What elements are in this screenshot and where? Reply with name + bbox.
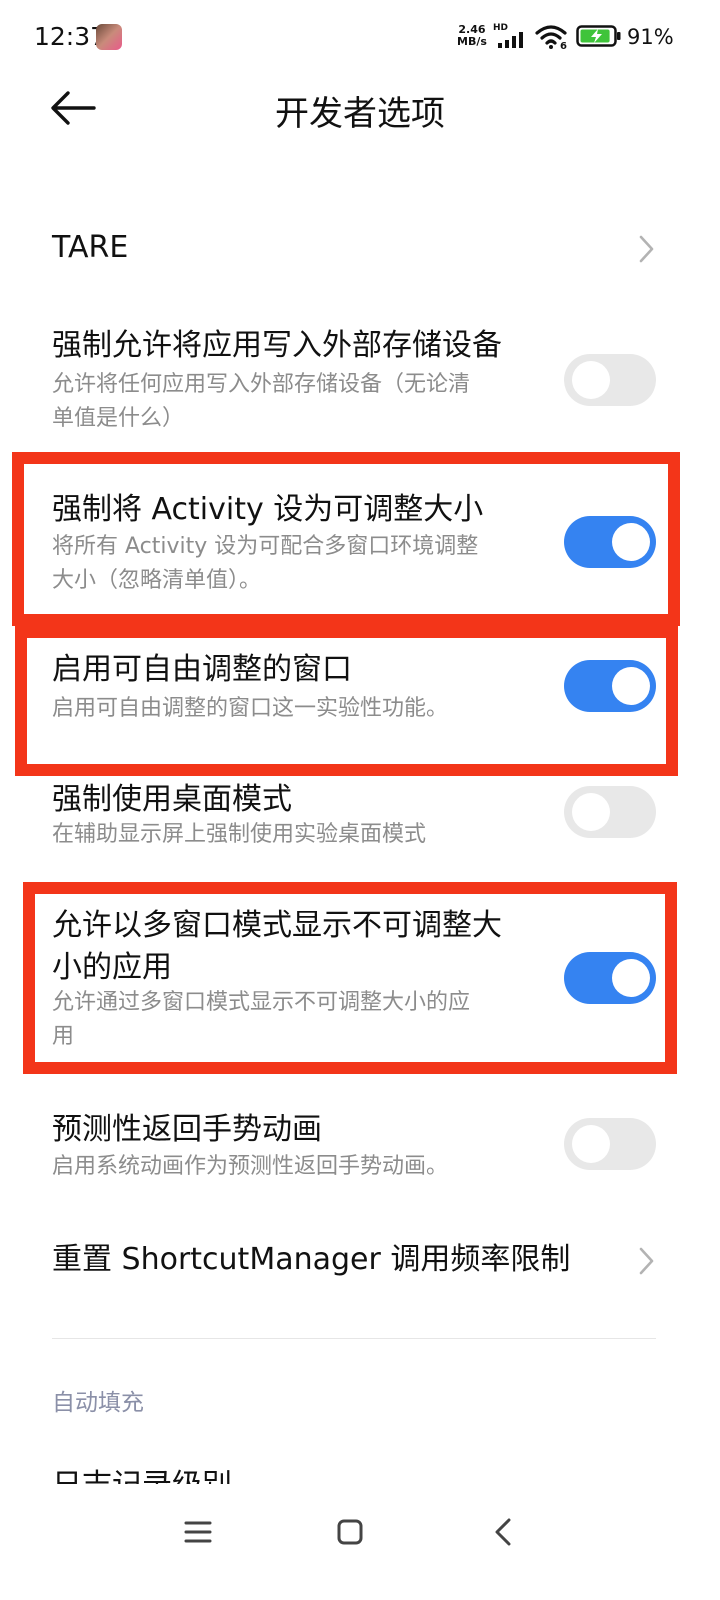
item-title: 启用可自由调整的窗口	[52, 652, 352, 687]
item-subtitle-line1: 允许通过多窗口模式显示不可调整大小的应	[52, 990, 471, 1015]
status-bar: 12:37 2.46 MB/s HD 6 91%	[0, 0, 720, 74]
settings-item-tare[interactable]: TARE	[0, 222, 720, 278]
item-title: TARE	[52, 230, 129, 265]
item-title: 强制将 Activity 设为可调整大小	[52, 492, 484, 527]
item-title: 强制使用桌面模式	[52, 782, 292, 817]
toggle-switch[interactable]	[564, 354, 656, 406]
signal-icon	[498, 32, 523, 48]
item-title: 预测性返回手势动画	[52, 1112, 322, 1147]
item-subtitle-line2: 单值是什么）	[52, 406, 185, 431]
wifi-badge: 6	[560, 41, 567, 50]
battery-percent: 91%	[627, 25, 674, 49]
wifi-icon: 6	[535, 25, 567, 50]
item-title: 重置 ShortcutManager 调用频率限制	[52, 1242, 571, 1277]
item-subtitle-line1: 启用系统动画作为预测性返回手势动画。	[52, 1154, 449, 1179]
settings-item-freeform-windows[interactable]: 启用可自由调整的窗口 启用可自由调整的窗口这一实验性功能。	[0, 648, 720, 732]
item-subtitle-line2: 用	[52, 1024, 75, 1049]
item-subtitle-line1: 在辅助显示屏上强制使用实验桌面模式	[52, 822, 427, 847]
item-title-line1: 允许以多窗口模式显示不可调整大	[52, 908, 502, 943]
toggle-knob	[572, 793, 610, 831]
item-title: 强制允许将应用写入外部存储设备	[52, 328, 502, 363]
item-subtitle-line1: 允许将任何应用写入外部存储设备（无论清	[52, 372, 471, 397]
page-title: 开发者选项	[275, 94, 445, 134]
toggle-knob	[572, 1125, 610, 1163]
settings-item-predictive-back-animation[interactable]: 预测性返回手势动画 启用系统动画作为预测性返回手势动画。	[0, 1108, 720, 1192]
app-avatar-icon	[96, 24, 122, 50]
network-speed: 2.46 MB/s	[457, 24, 487, 48]
toggle-switch[interactable]	[564, 952, 656, 1004]
toggle-knob	[572, 361, 610, 399]
settings-item-force-external-storage[interactable]: 强制允许将应用写入外部存储设备 允许将任何应用写入外部存储设备（无论清 单值是什…	[0, 322, 720, 440]
settings-item-force-desktop-mode[interactable]: 强制使用桌面模式 在辅助显示屏上强制使用实验桌面模式	[0, 778, 720, 862]
battery-icon	[576, 25, 621, 47]
section-label-autofill: 自动填充	[52, 1390, 144, 1416]
item-title-line2: 小的应用	[52, 950, 172, 985]
settings-item-reset-shortcutmanager[interactable]: 重置 ShortcutManager 调用频率限制	[0, 1234, 720, 1290]
back-icon[interactable]	[484, 1512, 524, 1552]
chevron-right-icon	[639, 235, 654, 263]
toggle-switch[interactable]	[564, 660, 656, 712]
menu-icon[interactable]	[178, 1512, 218, 1552]
section-divider	[52, 1338, 656, 1339]
toggle-switch[interactable]	[564, 516, 656, 568]
settings-item-force-resizable-activities[interactable]: 强制将 Activity 设为可调整大小 将所有 Activity 设为可配合多…	[0, 488, 720, 598]
toggle-knob	[612, 667, 650, 705]
item-subtitle-line2: 大小（忽略清单值）。	[52, 568, 262, 593]
toggle-knob	[612, 523, 650, 561]
item-subtitle-line1: 将所有 Activity 设为可配合多窗口环境调整	[52, 534, 479, 559]
navigation-bar	[0, 1488, 720, 1600]
toggle-switch[interactable]	[564, 786, 656, 838]
home-icon[interactable]	[330, 1512, 370, 1552]
toggle-knob	[612, 959, 650, 997]
toggle-switch[interactable]	[564, 1118, 656, 1170]
settings-item-non-resizable-multiwindow[interactable]: 允许以多窗口模式显示不可调整大 小的应用 允许通过多窗口模式显示不可调整大小的应…	[0, 904, 720, 1054]
chevron-right-icon	[639, 1247, 654, 1275]
item-subtitle-line1: 启用可自由调整的窗口这一实验性功能。	[52, 696, 449, 721]
header: 开发者选项	[0, 74, 720, 144]
network-speed-unit: MB/s	[457, 35, 487, 48]
